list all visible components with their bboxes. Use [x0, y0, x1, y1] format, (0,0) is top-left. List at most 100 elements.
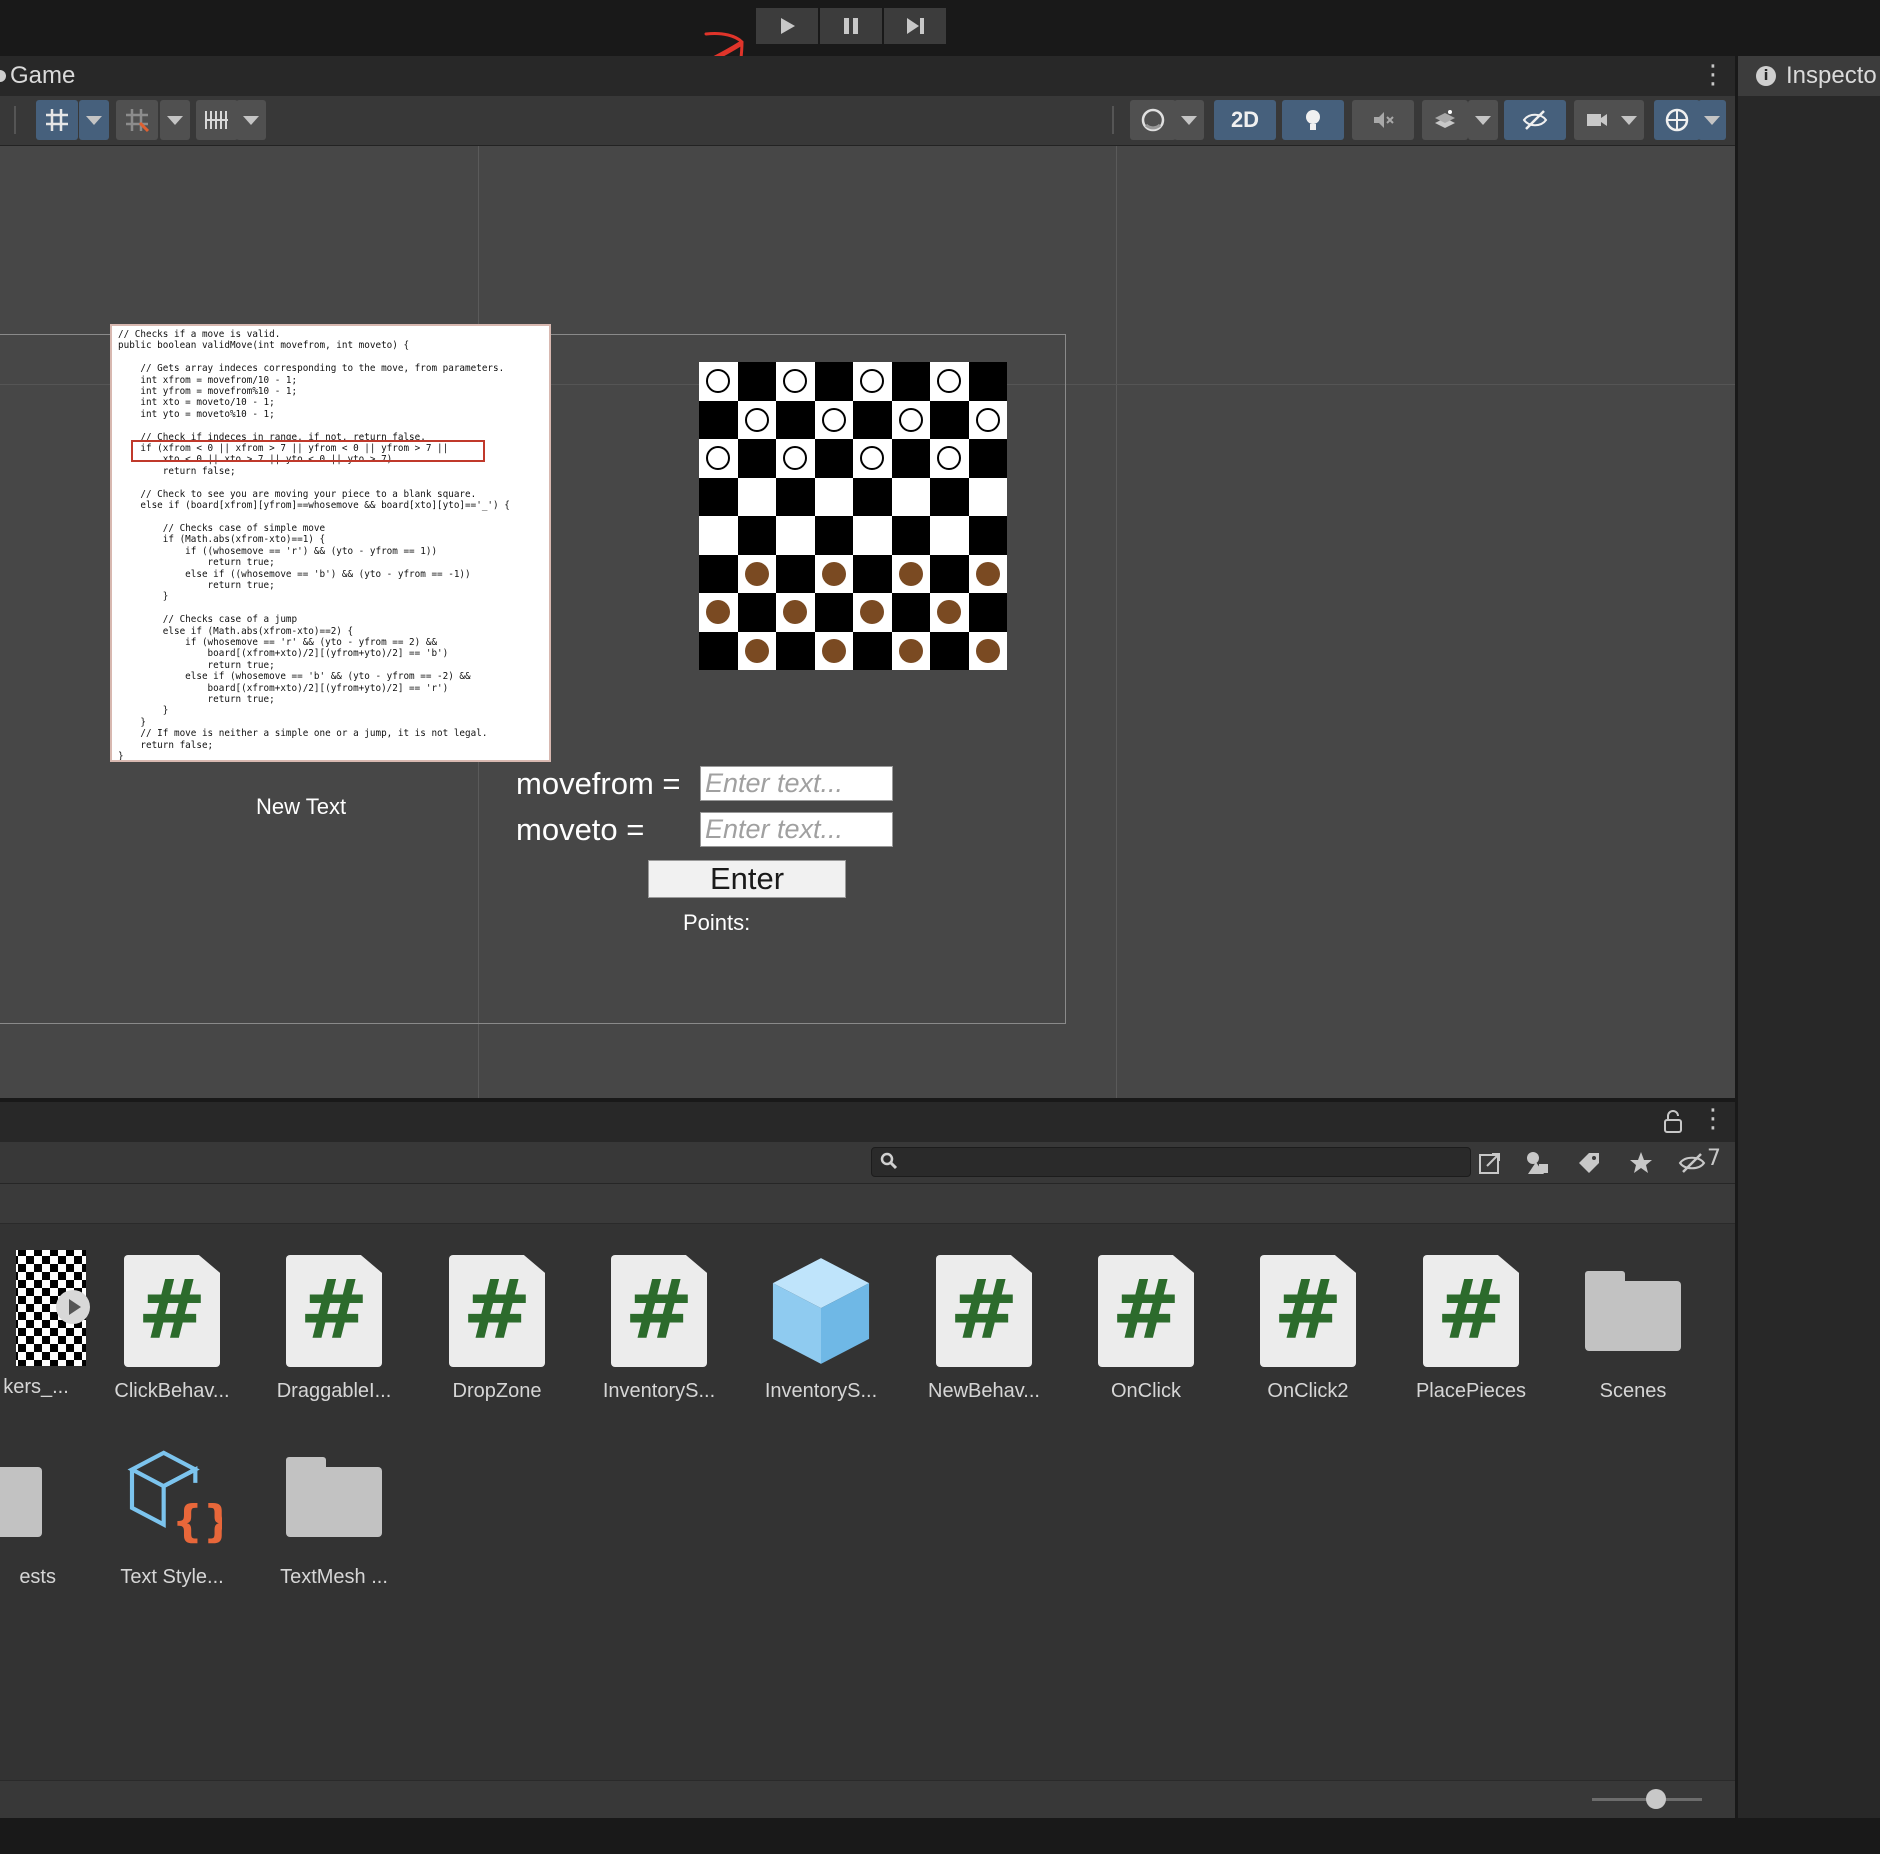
asset-item-script[interactable]: # ClickBehav...	[102, 1252, 242, 1403]
brown-checker-piece[interactable]	[898, 561, 923, 586]
white-checker-piece[interactable]	[706, 369, 730, 393]
moveto-input[interactable]: Enter text...	[700, 812, 893, 847]
brown-checker-piece[interactable]	[744, 561, 769, 586]
board-square[interactable]	[737, 400, 776, 439]
board-square[interactable]	[853, 554, 892, 593]
white-checker-piece[interactable]	[898, 407, 923, 432]
asset-item-script[interactable]: # OnClick	[1076, 1252, 1216, 1403]
board-square[interactable]	[737, 631, 776, 670]
board-square[interactable]	[891, 593, 930, 632]
board-square[interactable]	[814, 439, 853, 478]
effects-button[interactable]	[1422, 100, 1468, 140]
board-square[interactable]	[814, 516, 853, 555]
brown-checker-piece[interactable]	[975, 638, 1000, 663]
board-square[interactable]	[737, 439, 776, 478]
board-square[interactable]	[891, 516, 930, 555]
asset-item-checkers[interactable]: kers_...	[0, 1248, 106, 1399]
grid-snap-button[interactable]	[36, 100, 78, 140]
board-square[interactable]	[930, 477, 969, 516]
board-square[interactable]	[968, 554, 1007, 593]
tab-inspector[interactable]: Inspecto	[1786, 62, 1877, 90]
brown-checker-piece[interactable]	[821, 638, 846, 663]
board-square[interactable]	[891, 362, 930, 401]
white-checker-piece[interactable]	[975, 407, 1000, 432]
search-by-type-button[interactable]	[1474, 1147, 1506, 1179]
board-square[interactable]	[968, 400, 1007, 439]
increment-snap-button[interactable]	[196, 100, 238, 140]
checkers-board[interactable]	[699, 362, 1007, 670]
board-square[interactable]	[814, 400, 853, 439]
tab-game[interactable]: Game	[10, 62, 75, 90]
board-square[interactable]	[737, 516, 776, 555]
board-square[interactable]	[968, 593, 1007, 632]
brown-checker-piece[interactable]	[975, 561, 1000, 586]
board-square[interactable]	[776, 516, 815, 555]
board-square[interactable]	[814, 593, 853, 632]
board-square[interactable]	[930, 400, 969, 439]
board-square[interactable]	[853, 477, 892, 516]
board-square[interactable]	[930, 593, 969, 632]
board-square[interactable]	[930, 631, 969, 670]
board-square[interactable]	[968, 516, 1007, 555]
asset-item-script[interactable]: # NewBehav...	[914, 1252, 1054, 1403]
board-square[interactable]	[776, 477, 815, 516]
white-checker-piece[interactable]	[860, 446, 884, 470]
board-square[interactable]	[699, 631, 738, 670]
2d-toggle-button[interactable]: 2D	[1214, 100, 1276, 140]
asset-item-script[interactable]: # DropZone	[427, 1252, 567, 1403]
board-square[interactable]	[891, 439, 930, 478]
board-square[interactable]	[737, 362, 776, 401]
board-square[interactable]	[891, 400, 930, 439]
board-square[interactable]	[699, 516, 738, 555]
asset-item-script[interactable]: # OnClick2	[1238, 1252, 1378, 1403]
board-square[interactable]	[699, 593, 738, 632]
pause-button[interactable]	[820, 8, 882, 44]
asset-item-script[interactable]: # DraggableI...	[264, 1252, 404, 1403]
board-square[interactable]	[891, 554, 930, 593]
board-square[interactable]	[853, 439, 892, 478]
zoom-slider-handle[interactable]	[1646, 1789, 1666, 1809]
board-square[interactable]	[737, 477, 776, 516]
gizmos-dropdown[interactable]	[1698, 100, 1726, 140]
white-checker-piece[interactable]	[937, 446, 961, 470]
board-square[interactable]	[853, 362, 892, 401]
board-square[interactable]	[891, 631, 930, 670]
white-checker-piece[interactable]	[937, 369, 961, 393]
search-input[interactable]	[871, 1147, 1471, 1177]
asset-item-text-style[interactable]: {} Text Style...	[102, 1438, 242, 1589]
board-square[interactable]	[699, 439, 738, 478]
board-square[interactable]	[776, 631, 815, 670]
brown-checker-piece[interactable]	[744, 638, 769, 663]
play-button[interactable]	[756, 8, 818, 44]
brown-checker-piece[interactable]	[937, 600, 961, 624]
board-square[interactable]	[776, 593, 815, 632]
lock-icon[interactable]	[1662, 1110, 1684, 1134]
asset-item-prefab[interactable]: InventoryS...	[751, 1252, 891, 1403]
increment-snap-dropdown[interactable]	[236, 100, 266, 140]
asset-item-folder[interactable]: Scenes	[1563, 1252, 1703, 1403]
board-square[interactable]	[776, 554, 815, 593]
step-button[interactable]	[884, 8, 946, 44]
board-square[interactable]	[776, 362, 815, 401]
more-options-icon[interactable]: ⋮	[1700, 1104, 1726, 1134]
brown-checker-piece[interactable]	[783, 600, 807, 624]
scene-viewport[interactable]: // Checks if a move is valid. public boo…	[0, 146, 1735, 1098]
effects-dropdown[interactable]	[1468, 100, 1498, 140]
asset-item-folder[interactable]: ests	[0, 1438, 64, 1589]
white-checker-piece[interactable]	[821, 407, 846, 432]
filter-by-label-button[interactable]	[1572, 1147, 1606, 1179]
board-square[interactable]	[968, 631, 1007, 670]
brown-checker-piece[interactable]	[860, 600, 884, 624]
board-square[interactable]	[853, 593, 892, 632]
white-checker-piece[interactable]	[860, 369, 884, 393]
board-square[interactable]	[814, 362, 853, 401]
board-square[interactable]	[814, 477, 853, 516]
gizmos-button[interactable]	[1654, 100, 1700, 140]
board-square[interactable]	[930, 516, 969, 555]
draw-mode-dropdown[interactable]	[1174, 100, 1204, 140]
board-square[interactable]	[891, 477, 930, 516]
board-square[interactable]	[776, 400, 815, 439]
board-square[interactable]	[699, 400, 738, 439]
board-square[interactable]	[930, 362, 969, 401]
white-checker-piece[interactable]	[783, 446, 807, 470]
